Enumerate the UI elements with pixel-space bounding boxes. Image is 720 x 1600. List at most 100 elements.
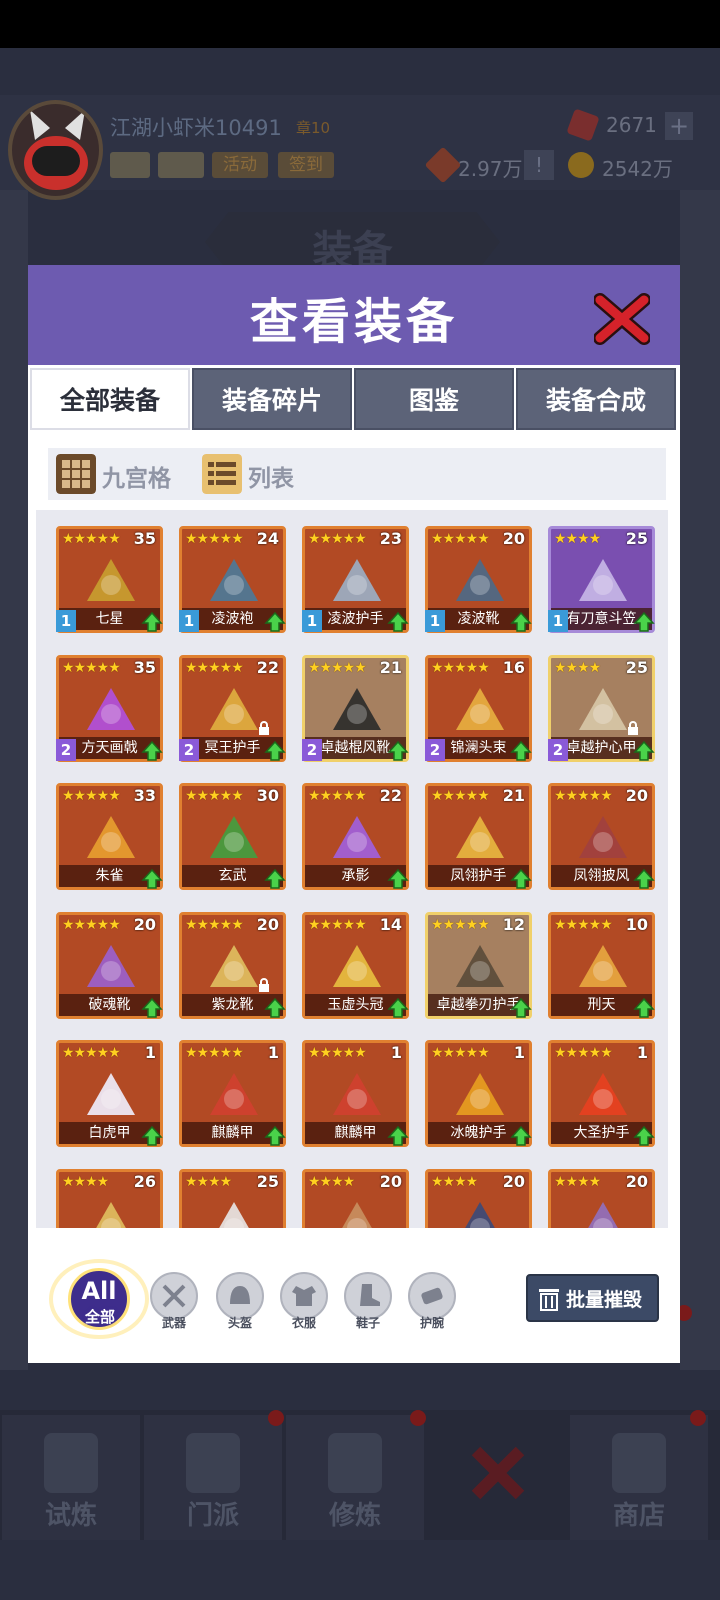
equipment-card[interactable]: ★★★★ 25: [179, 1168, 286, 1228]
rarity-stars: ★★★★★: [308, 1045, 367, 1061]
lock-icon: [259, 720, 269, 735]
equipment-level: 33: [133, 786, 156, 805]
equipment-card[interactable]: ★★★★★ 20 破魂靴: [56, 911, 163, 1019]
mail-button[interactable]: [110, 152, 150, 178]
helmet-icon: [230, 1286, 250, 1304]
equipment-level: 20: [502, 1171, 525, 1191]
tab-all-equipment[interactable]: 全部装备: [30, 368, 190, 430]
equipment-card[interactable]: ★★★★★ 22 承影: [302, 783, 409, 890]
shop-button[interactable]: [158, 152, 204, 178]
filter-shoes-button[interactable]: [344, 1272, 392, 1320]
nav-equipment[interactable]: [428, 1415, 566, 1540]
filter-bracer-button[interactable]: [408, 1272, 456, 1320]
rarity-stars: ★★★★★: [554, 1045, 613, 1061]
equipment-card[interactable]: ★★★★ 20: [425, 1168, 532, 1228]
grid-view-button[interactable]: 九宫格: [56, 454, 186, 496]
equipment-art-icon: [87, 944, 135, 987]
filter-helmet-button[interactable]: [216, 1272, 264, 1320]
rarity-stars: ★★★★★: [185, 531, 244, 547]
equipment-banner-background: 装备: [205, 212, 500, 272]
rarity-stars: ★★★★★: [62, 916, 121, 933]
upgrade-arrow-icon: [510, 868, 532, 889]
filter-weapon-button[interactable]: [150, 1272, 198, 1320]
nav-sect[interactable]: 门派: [144, 1415, 282, 1540]
filter-clothes-label: 衣服: [291, 1316, 316, 1330]
set-number-badge: 2: [425, 738, 445, 761]
equipment-card[interactable]: ★★★★★ 12 卓越拳刃护手: [425, 911, 532, 1019]
nav-trial[interactable]: 试炼: [2, 1415, 140, 1540]
equipment-card[interactable]: ★★★★★ 1 白虎甲: [56, 1040, 163, 1147]
equipment-card[interactable]: ★★★★★ 30 玄武: [179, 783, 286, 890]
equipment-card[interactable]: ★★★★★ 14 玉虚头冠: [302, 911, 409, 1019]
equipment-card[interactable]: ★★★★★ 22 冥王护手 2: [179, 654, 286, 762]
equipment-card[interactable]: ★★★★ 25 卓越护心甲 2: [548, 654, 655, 762]
rarity-stars: ★★★★: [554, 531, 601, 547]
upgrade-arrow-icon: [141, 1125, 163, 1146]
set-number-badge: 2: [548, 738, 568, 761]
equipment-card[interactable]: ★★★★ 26: [56, 1168, 163, 1228]
status-bar: [0, 0, 720, 48]
equipment-level: 20: [256, 914, 279, 934]
equipment-card[interactable]: ★★★★★ 24 凌波袍 1: [179, 526, 286, 633]
checkin-button[interactable]: 签到: [278, 152, 334, 178]
crossed-swords-icon: [471, 1446, 525, 1500]
equipment-level: 25: [256, 1171, 279, 1191]
equipment-level: 1: [636, 1043, 648, 1062]
equipment-card[interactable]: ★★★★★ 20 凌波靴 1: [425, 526, 532, 633]
rarity-stars: ★★★★★: [308, 788, 367, 804]
equipment-card[interactable]: ★★★★★ 20 紫龙靴: [179, 911, 286, 1019]
equipment-card[interactable]: ★★★★ 20: [302, 1168, 409, 1228]
bulk-destroy-button[interactable]: 批量摧毁: [526, 1274, 659, 1322]
equipment-tabs: 全部装备 装备碎片 图鉴 装备合成: [28, 368, 680, 430]
nav-shop[interactable]: 商店: [570, 1415, 708, 1540]
equipment-card[interactable]: ★★★★ 20: [548, 1168, 655, 1228]
equipment-level: 1: [267, 1043, 279, 1062]
nav-cultivate[interactable]: 修炼: [286, 1415, 424, 1540]
list-view-button[interactable]: 列表: [202, 454, 312, 496]
equipment-card[interactable]: ★★★★★ 1 麒麟甲: [179, 1040, 286, 1147]
equipment-art-icon: [333, 559, 381, 601]
equipment-card[interactable]: ★★★★ 25 有刀意斗笠 1: [548, 526, 655, 633]
lock-icon: [259, 977, 269, 992]
upgrade-arrow-icon: [510, 740, 532, 761]
close-icon[interactable]: [594, 292, 650, 346]
tab-codex[interactable]: 图鉴: [354, 368, 514, 430]
equipment-level: 20: [379, 1171, 402, 1191]
rarity-stars: ★★★★★: [554, 916, 613, 933]
equipment-card[interactable]: ★★★★★ 1 冰魄护手: [425, 1040, 532, 1147]
equipment-card[interactable]: ★★★★★ 20 凤翎披风: [548, 783, 655, 890]
player-avatar[interactable]: [8, 100, 103, 200]
pagoda-icon: [186, 1433, 240, 1493]
equipment-card[interactable]: ★★★★★ 1 大圣护手: [548, 1040, 655, 1147]
rarity-stars: ★★★★★: [431, 788, 490, 804]
equipment-card[interactable]: ★★★★★ 33 朱雀: [56, 783, 163, 890]
upgrade-arrow-icon: [387, 740, 409, 761]
equipment-card[interactable]: ★★★★★ 1 麒麟甲: [302, 1040, 409, 1147]
player-level: 章10: [296, 119, 331, 137]
tab-equipment-synthesis[interactable]: 装备合成: [516, 368, 676, 430]
power-info-button[interactable]: !: [524, 150, 554, 180]
equipment-card[interactable]: ★★★★★ 21 卓越棍风靴 2: [302, 654, 409, 762]
upgrade-arrow-icon: [633, 740, 655, 761]
rarity-stars: ★★★★★: [308, 531, 367, 547]
equipment-level: 22: [379, 786, 402, 805]
equipment-card[interactable]: ★★★★★ 35 七星 1: [56, 526, 163, 633]
equipment-card[interactable]: ★★★★★ 10 刑天: [548, 911, 655, 1019]
equipment-card[interactable]: ★★★★★ 23 凌波护手 1: [302, 526, 409, 633]
tab-equipment-fragments[interactable]: 装备碎片: [192, 368, 352, 430]
activity-button[interactable]: 活动: [212, 152, 268, 178]
gem-count: 2671: [606, 113, 657, 137]
add-gems-button[interactable]: +: [665, 112, 693, 140]
equipment-card[interactable]: ★★★★★ 35 方天画戟 2: [56, 654, 163, 762]
equipment-art-icon: [210, 559, 258, 601]
rarity-stars: ★★★★★: [185, 916, 244, 933]
equipment-art-icon: [464, 1201, 496, 1228]
equipment-card[interactable]: ★★★★★ 21 凤翎护手: [425, 783, 532, 890]
upgrade-arrow-icon: [510, 611, 532, 632]
rarity-stars: ★★★★: [431, 1173, 478, 1190]
rarity-stars: ★★★★★: [431, 1045, 490, 1061]
filter-clothes-button[interactable]: [280, 1272, 328, 1320]
equipment-art-icon: [456, 1073, 504, 1115]
rarity-stars: ★★★★★: [185, 788, 244, 804]
equipment-card[interactable]: ★★★★★ 16 锦澜头束 2: [425, 654, 532, 762]
